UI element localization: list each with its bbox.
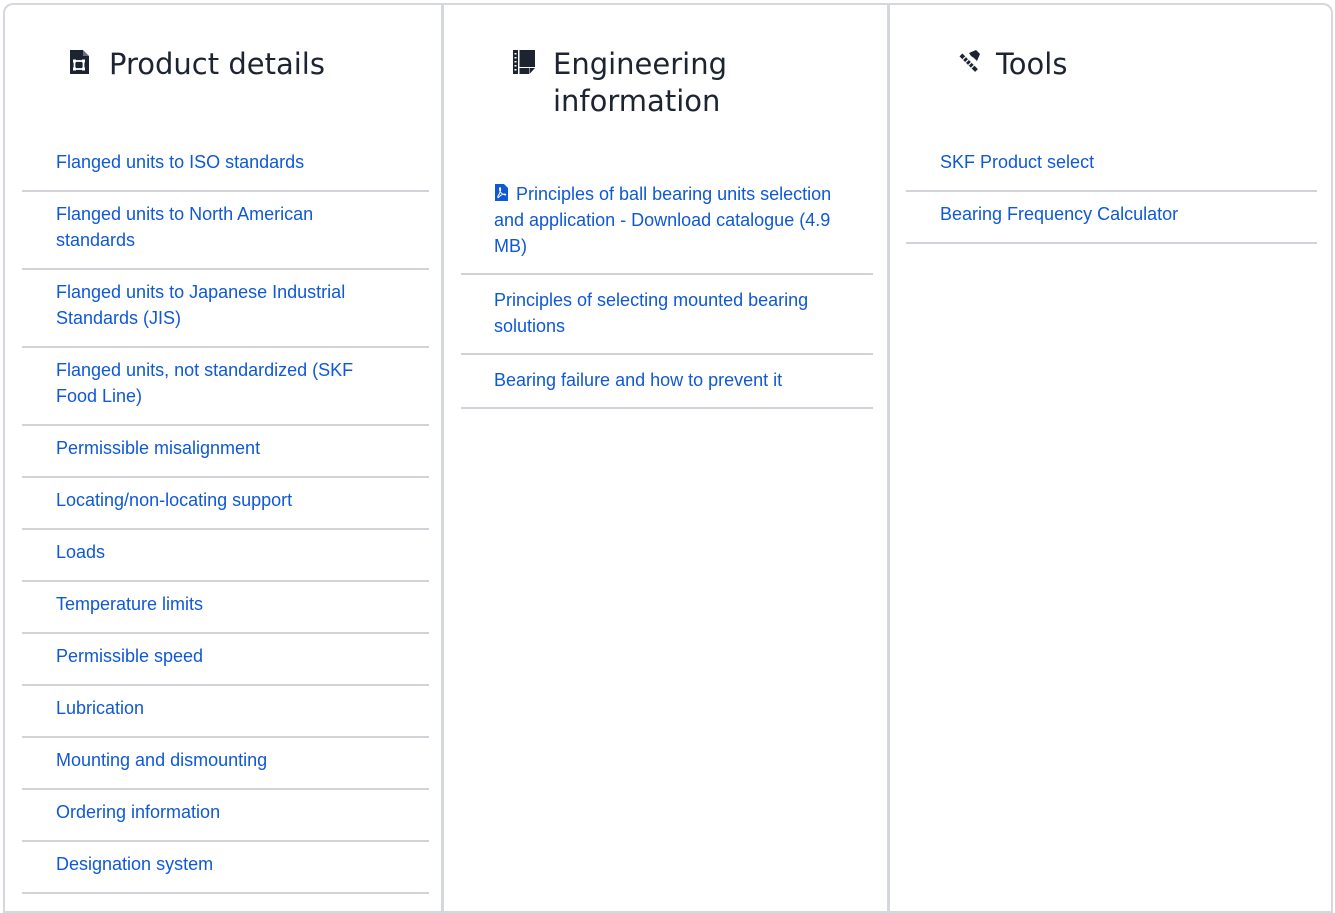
link-locating-non-locating-support[interactable]: Locating/non-locating support — [56, 487, 393, 513]
link-principles-of-selecting-mounted-bearing-[interactable]: Principles of selecting mounted bearing … — [494, 287, 843, 339]
link-label: Principles of ball bearing units selecti… — [494, 184, 832, 256]
list-item: Flanged units to ISO standards — [22, 140, 429, 192]
link-flanged-units-not-standardized-skf-food-[interactable]: Flanged units, not standardized (SKF Foo… — [56, 357, 393, 409]
product-details-heading: Product details — [68, 46, 408, 83]
link-designation-system[interactable]: Designation system — [56, 851, 393, 877]
list-item: Permissible speed — [22, 634, 429, 686]
pdf-icon — [495, 184, 508, 201]
engineering-book-icon — [512, 49, 538, 79]
product-details-list: Flanged units to ISO standards Flanged un… — [22, 140, 429, 894]
tools-heading: Tools — [955, 46, 1255, 83]
list-item: Flanged units to Japanese Industrial Sta… — [22, 270, 429, 348]
link-permissible-speed[interactable]: Permissible speed — [56, 643, 393, 669]
engineering-information-panel: Engineering information Principles of ba… — [444, 3, 890, 913]
list-item: SKF Product select — [906, 140, 1317, 192]
hammer-ruler-icon — [955, 49, 981, 79]
panels-container: Product details Flanged units to ISO sta… — [0, 0, 1335, 913]
product-sheet-icon — [68, 49, 94, 79]
engineering-information-title: Engineering information — [553, 47, 727, 118]
tools-title: Tools — [996, 47, 1068, 81]
list-item: Flanged units, not standardized (SKF Foo… — [22, 348, 429, 426]
engineering-information-heading: Engineering information — [512, 46, 832, 120]
link-label: Principles of selecting mounted bearing … — [494, 290, 809, 336]
engineering-information-list: Principles of ball bearing units selecti… — [461, 179, 873, 409]
link-lubrication[interactable]: Lubrication — [56, 695, 393, 721]
list-item: Bearing Frequency Calculator — [906, 192, 1317, 244]
product-details-panel: Product details Flanged units to ISO sta… — [3, 3, 444, 913]
link-temperature-limits[interactable]: Temperature limits — [56, 591, 393, 617]
list-item: Designation system — [22, 842, 429, 894]
list-item: Flanged units to North American standard… — [22, 192, 429, 270]
list-item: Temperature limits — [22, 582, 429, 634]
link-flanged-units-to-japanese-industrial-sta[interactable]: Flanged units to Japanese Industrial Sta… — [56, 279, 393, 331]
link-ordering-information[interactable]: Ordering information — [56, 799, 393, 825]
tools-list: SKF Product select Bearing Frequency Calc… — [906, 140, 1317, 244]
list-item: Bearing failure and how to prevent it — [461, 355, 873, 409]
link-bearing-frequency-calculator[interactable]: Bearing Frequency Calculator — [940, 201, 1287, 227]
link-mounting-and-dismounting[interactable]: Mounting and dismounting — [56, 747, 393, 773]
list-item: Locating/non-locating support — [22, 478, 429, 530]
list-item: Principles of selecting mounted bearing … — [461, 275, 873, 355]
list-item: Ordering information — [22, 790, 429, 842]
list-item: Principles of ball bearing units selecti… — [461, 179, 873, 275]
product-details-title: Product details — [109, 47, 325, 81]
link-skf-product-select[interactable]: SKF Product select — [940, 149, 1287, 175]
tools-panel: Tools SKF Product select Bearing Frequenc… — [890, 3, 1333, 913]
link-label: Bearing failure and how to prevent it — [494, 370, 783, 390]
link-flanged-units-to-iso-standards[interactable]: Flanged units to ISO standards — [56, 149, 393, 175]
link-flanged-units-to-north-american-standard[interactable]: Flanged units to North American standard… — [56, 201, 393, 253]
list-item: Mounting and dismounting — [22, 738, 429, 790]
list-item: Loads — [22, 530, 429, 582]
link-permissible-misalignment[interactable]: Permissible misalignment — [56, 435, 393, 461]
link-bearing-failure-and-how-to-prevent-it[interactable]: Bearing failure and how to prevent it — [494, 367, 843, 393]
link-principles-of-ball-bearing-units-selecti[interactable]: Principles of ball bearing units selecti… — [494, 181, 843, 259]
list-item: Permissible misalignment — [22, 426, 429, 478]
list-item: Lubrication — [22, 686, 429, 738]
link-loads[interactable]: Loads — [56, 539, 393, 565]
